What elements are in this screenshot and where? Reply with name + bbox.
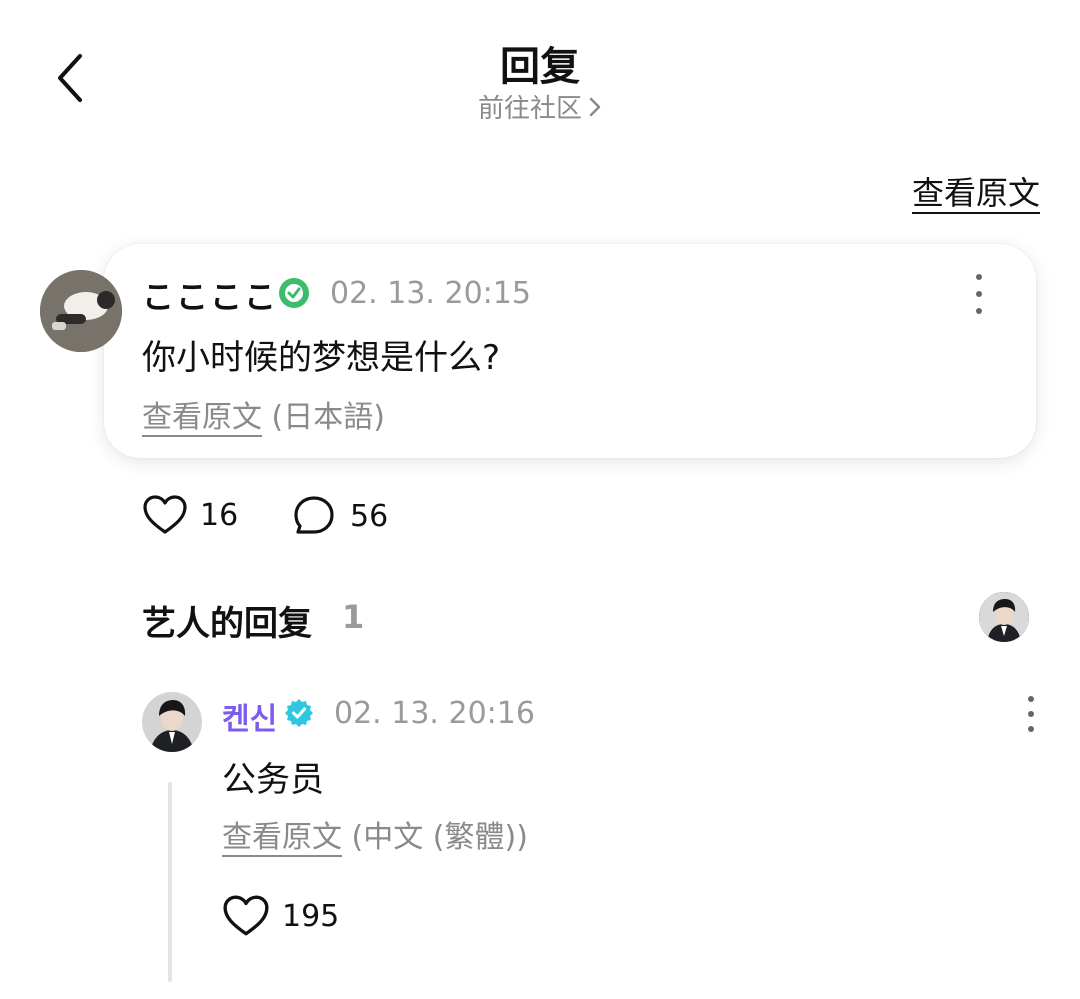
heart-icon: [143, 495, 187, 534]
artist-replies-count: 1: [342, 598, 365, 636]
fan-avatar-image: [40, 270, 122, 352]
reply-like-count: 195: [282, 898, 340, 934]
reply-author-avatar[interactable]: [142, 692, 202, 752]
heart-icon: [223, 895, 269, 936]
artist-mini-avatar[interactable]: [979, 592, 1029, 642]
more-dot: [1028, 726, 1034, 732]
post-translation-row: 查看原文 (日本語): [142, 392, 385, 436]
reply-original-language: (中文 (繁體)): [351, 820, 528, 855]
reply-author-name[interactable]: 켄신: [222, 694, 277, 738]
post-timestamp: 02. 13. 20:15: [330, 276, 531, 311]
reply-avatar-image: [142, 692, 202, 752]
post-more-button[interactable]: [964, 274, 994, 314]
post-original-language: (日本語): [271, 400, 385, 435]
go-to-community-link[interactable]: 前往社区: [0, 88, 1080, 125]
thread-line: [168, 782, 172, 982]
reply-timestamp: 02. 13. 20:16: [334, 696, 535, 731]
post-like-button[interactable]: 16: [142, 494, 238, 536]
more-dot: [976, 274, 982, 280]
post-comment-button[interactable]: 56: [292, 494, 388, 538]
page-title: 回复: [500, 44, 580, 90]
more-dot: [976, 308, 982, 314]
go-to-community-label: 前往社区: [477, 94, 582, 124]
comment-bubble-icon: [294, 496, 334, 534]
fan-badge-icon: [278, 277, 310, 309]
reply-view-original-link[interactable]: 查看原文: [222, 820, 342, 855]
chevron-right-icon: [589, 97, 601, 116]
reply-text: 公务员: [222, 760, 324, 800]
post-view-original-link[interactable]: 查看原文: [142, 400, 262, 435]
post-text: 你小时候的梦想是什么?: [142, 338, 501, 378]
fan-avatar[interactable]: [40, 270, 122, 352]
reply-like-button[interactable]: 195: [222, 894, 339, 938]
reply-more-button[interactable]: [1016, 696, 1046, 732]
post-like-count: 16: [200, 497, 239, 533]
reply-translation-row: 查看原文 (中文 (繁體)): [222, 812, 528, 856]
verified-badge-icon: [284, 698, 314, 728]
more-dot: [1028, 696, 1034, 702]
more-dot: [976, 291, 982, 297]
view-original-button[interactable]: 查看原文: [912, 168, 1040, 214]
artist-mini-avatar-image: [979, 592, 1029, 642]
post-author-name[interactable]: ここここ: [142, 272, 278, 318]
post-comment-count: 56: [350, 498, 389, 534]
artist-replies-title: 艺人的回复: [142, 604, 312, 644]
more-dot: [1028, 711, 1034, 717]
